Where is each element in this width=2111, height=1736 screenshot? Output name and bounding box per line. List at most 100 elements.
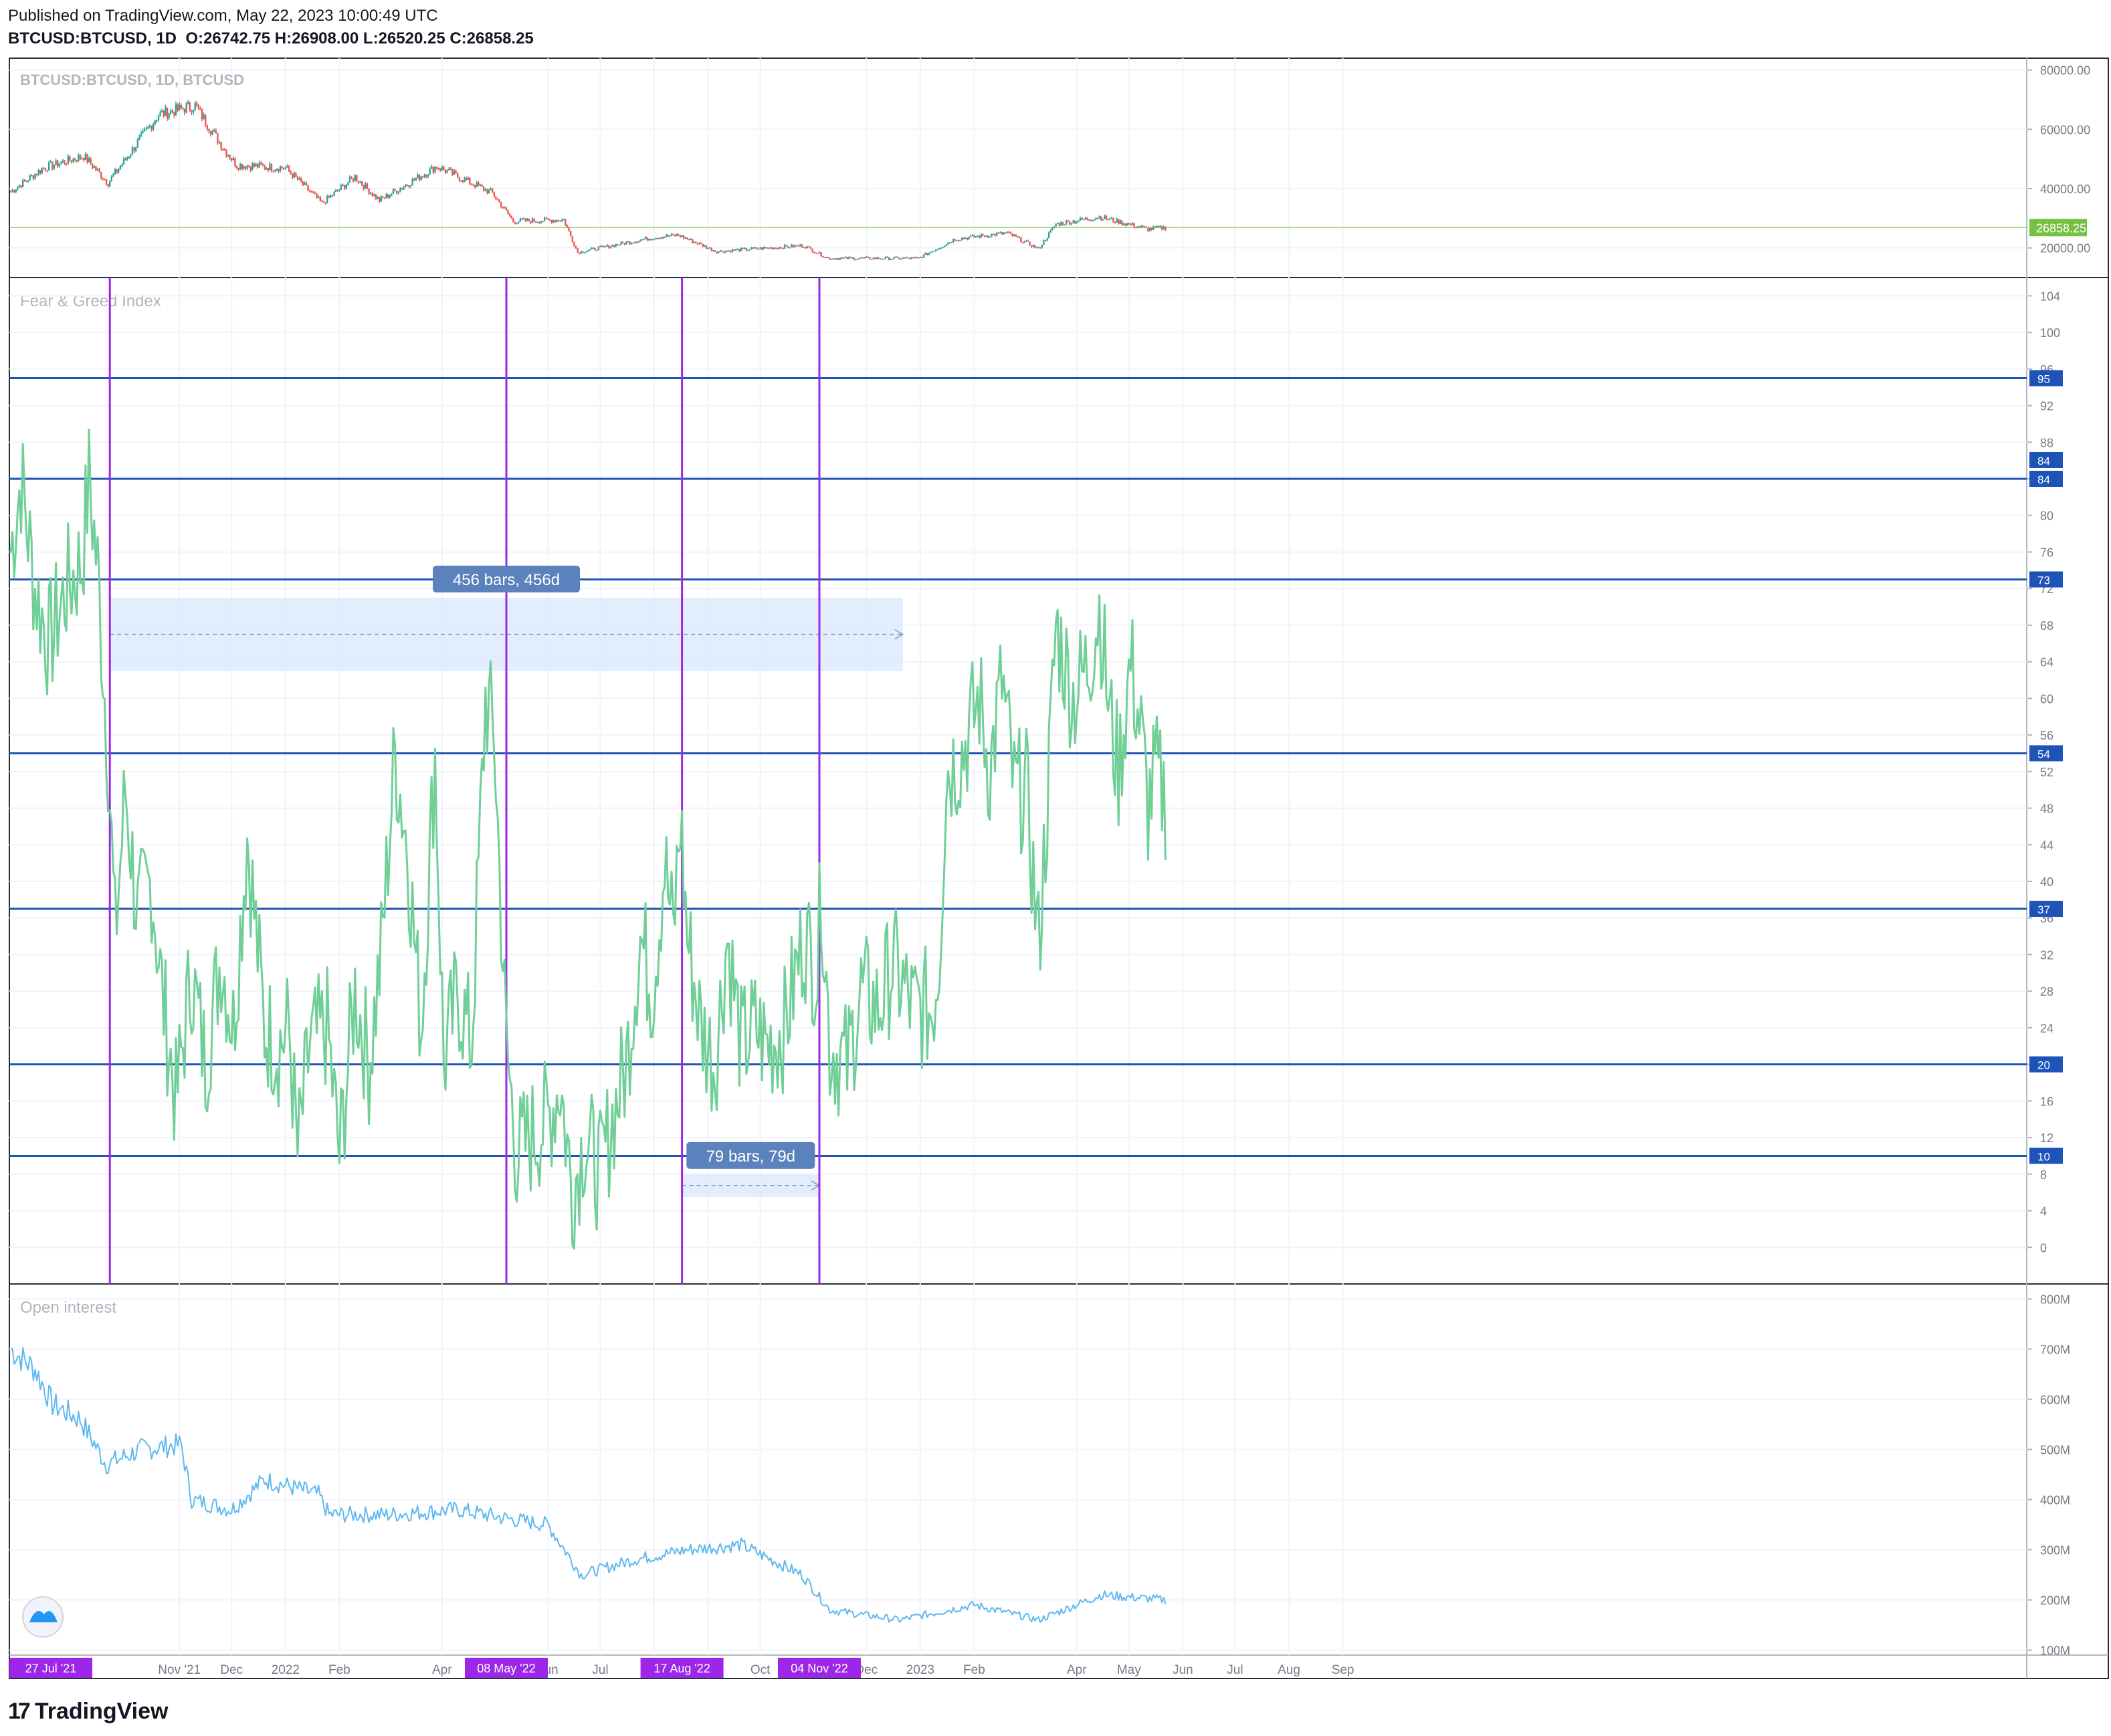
candle-body	[518, 221, 520, 223]
candle-body	[201, 109, 203, 120]
candle-body	[947, 242, 949, 245]
time-highlight-label: 08 May '22	[477, 1662, 536, 1675]
candle-body	[344, 185, 346, 189]
candle-body	[495, 196, 497, 199]
candle-body	[1025, 241, 1027, 242]
candle-body	[752, 247, 755, 249]
candle-body	[914, 257, 916, 259]
candle-body	[44, 168, 47, 171]
candle-body	[690, 239, 692, 240]
candle-body	[817, 253, 819, 254]
candle-body	[1049, 230, 1051, 233]
candle-body	[869, 257, 871, 259]
candle-body	[1069, 221, 1071, 225]
candle-body	[910, 257, 912, 259]
candle-body	[274, 169, 276, 171]
candle-body	[314, 193, 316, 195]
candle-body	[963, 237, 965, 239]
candle-body	[944, 245, 946, 247]
candle-body	[818, 251, 821, 254]
pane2-title: Fear & Greed Index	[20, 292, 161, 310]
chart-canvas[interactable]: BTCUSD:BTCUSD, 1D, BTCUSD 80000.00 60000.0…	[0, 0, 2111, 1736]
candle-body	[924, 253, 926, 255]
candle-body	[229, 154, 231, 158]
candle-body	[371, 193, 373, 196]
candle-body	[93, 167, 95, 168]
candle-body	[789, 247, 791, 249]
candle-body	[1064, 224, 1066, 226]
candle-body	[1076, 221, 1078, 223]
candle-body	[664, 237, 666, 238]
candle-body	[244, 166, 247, 169]
candle-body	[1121, 220, 1123, 225]
candle-body	[975, 236, 977, 238]
candle-body	[124, 158, 126, 160]
candle-body	[510, 216, 512, 219]
candle-body	[898, 257, 900, 259]
candle-body	[825, 257, 827, 259]
candle-body	[556, 220, 558, 222]
candle-body	[933, 251, 935, 253]
candle-body	[1072, 220, 1074, 223]
candle-body	[844, 257, 847, 258]
candle-body	[1131, 223, 1134, 225]
candle-body	[121, 164, 123, 167]
tradingview-logo[interactable]: 17 TradingView	[8, 1699, 168, 1725]
candle-body	[161, 110, 163, 112]
candle-body	[930, 251, 932, 253]
candle-body	[1020, 237, 1022, 242]
candle-body	[43, 168, 45, 169]
candle-body	[761, 247, 763, 250]
candle-body	[368, 188, 370, 194]
candle-body	[926, 253, 928, 255]
candle-body	[765, 247, 767, 249]
time-axis-label: Jul	[1227, 1663, 1243, 1677]
candle-body	[498, 199, 500, 203]
range-label: 79 bars, 79d	[706, 1148, 795, 1166]
candle-body	[1039, 247, 1041, 249]
candle-body	[505, 207, 508, 211]
candle-body	[582, 251, 584, 253]
fg-tick-label: 88	[2040, 436, 2053, 449]
candle-body	[733, 249, 735, 251]
candle-body	[206, 124, 208, 129]
candle-body	[599, 245, 601, 247]
candle-body	[418, 175, 421, 180]
candle-body	[846, 257, 848, 259]
candle-body	[577, 248, 579, 253]
candle-body	[223, 149, 225, 150]
candle-body	[502, 207, 504, 209]
candle-body	[389, 195, 391, 198]
candle-body	[688, 239, 690, 241]
candle-body	[655, 237, 657, 239]
candle-body	[931, 251, 934, 253]
candle-body	[571, 236, 573, 242]
candle-body	[237, 167, 239, 170]
candle-body	[996, 233, 998, 236]
level-badge-label: 20	[2037, 1059, 2050, 1072]
candle-body	[361, 181, 363, 185]
candle-body	[952, 239, 954, 243]
candle-body	[992, 233, 995, 235]
candle-body	[243, 166, 245, 169]
candle-body	[1112, 217, 1114, 222]
candle-body	[255, 164, 257, 167]
candle-body	[232, 158, 234, 160]
candle-body	[288, 166, 290, 171]
candle-body	[672, 234, 674, 235]
candle-body	[696, 243, 699, 245]
candle-body	[1090, 219, 1092, 221]
candle-body	[490, 189, 492, 191]
candle-body	[322, 201, 325, 203]
candle-body	[1034, 245, 1036, 248]
candle-body	[267, 168, 269, 171]
candle-body	[837, 258, 839, 260]
candle-body	[839, 257, 841, 260]
candle-body	[756, 247, 758, 249]
candle-body	[731, 249, 734, 253]
candle-body	[435, 167, 438, 169]
candle-body	[41, 169, 43, 173]
candle-body	[883, 259, 885, 260]
candle-body	[1130, 223, 1132, 225]
time-axis-label: Aug	[1278, 1663, 1300, 1677]
